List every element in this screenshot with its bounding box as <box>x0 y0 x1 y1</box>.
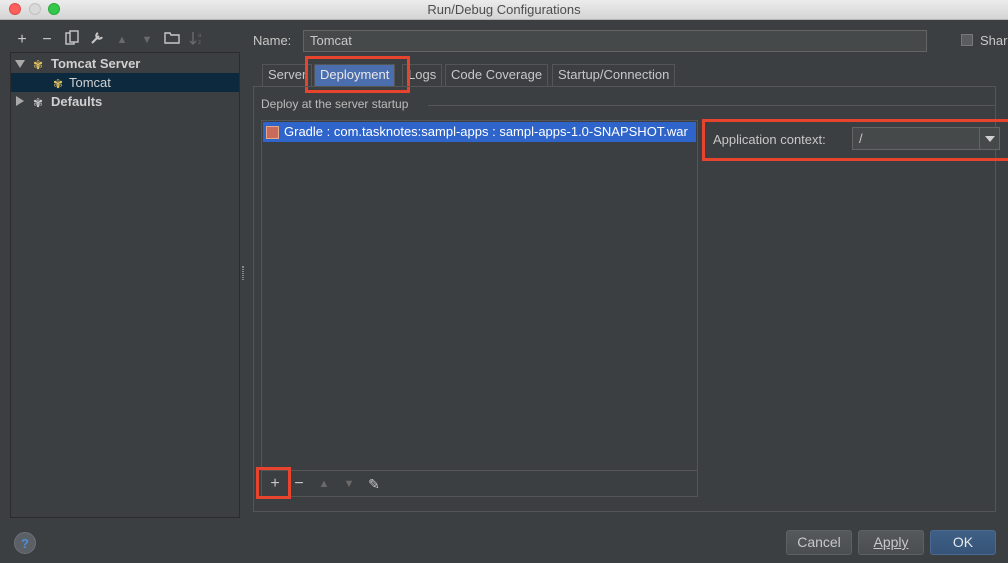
move-artifact-up-button[interactable]: ▲ <box>314 474 334 494</box>
artifacts-list[interactable]: Gradle : com.tasknotes:sampl-apps : samp… <box>261 120 698 497</box>
collapse-arrow-icon[interactable] <box>16 96 24 106</box>
help-button[interactable]: ? <box>14 532 36 554</box>
tab-server[interactable]: Server <box>262 64 313 86</box>
expand-arrow-icon[interactable] <box>15 60 25 68</box>
svg-text:a: a <box>198 33 202 39</box>
tree-item-tomcat-server[interactable]: ✾ Tomcat Server <box>11 54 239 73</box>
move-down-button[interactable]: ▼ <box>137 30 157 50</box>
move-artifact-down-button[interactable]: ▼ <box>339 474 359 494</box>
name-label: Name: <box>253 33 292 48</box>
share-label: Share <box>980 33 1008 48</box>
share-checkbox[interactable] <box>961 34 973 46</box>
create-folder-button[interactable] <box>162 30 182 50</box>
application-context-combobox[interactable]: / <box>852 127 1000 150</box>
tree-item-tomcat[interactable]: ✾ Tomcat <box>11 73 239 92</box>
application-context-label: Application context: <box>713 132 826 147</box>
copy-icon <box>65 30 79 45</box>
group-divider <box>428 105 996 106</box>
folder-icon <box>164 32 180 44</box>
remove-configuration-button[interactable]: − <box>37 30 57 50</box>
deploy-group-label: Deploy at the server startup <box>261 97 409 111</box>
application-context-value: / <box>859 131 863 146</box>
configurations-toolbar: + − ▲ ▼ az <box>10 30 210 50</box>
cancel-button[interactable]: Cancel <box>786 530 852 555</box>
wrench-icon: ✾ <box>33 96 44 110</box>
sort-configurations-button[interactable]: az <box>187 30 207 50</box>
apply-button[interactable]: Apply <box>858 530 924 555</box>
tree-item-defaults[interactable]: ✾ Defaults <box>11 92 239 111</box>
window-titlebar: Run/Debug Configurations <box>0 0 1008 20</box>
add-artifact-button[interactable]: + <box>265 474 285 494</box>
ok-button[interactable]: OK <box>930 530 996 555</box>
tab-deployment[interactable]: Deployment <box>314 64 396 86</box>
tab-code-coverage[interactable]: Code Coverage <box>445 64 549 86</box>
panel-splitter[interactable] <box>242 266 244 280</box>
artifact-label: Gradle : com.tasknotes:sampl-apps : samp… <box>284 124 688 139</box>
move-up-button[interactable]: ▲ <box>112 30 132 50</box>
copy-configuration-button[interactable] <box>62 30 82 50</box>
add-configuration-button[interactable]: + <box>12 30 32 50</box>
chevron-down-icon[interactable] <box>979 128 999 149</box>
artifact-icon <box>266 126 279 139</box>
edit-artifact-button[interactable]: ✎ <box>364 474 384 494</box>
tree-item-label: Defaults <box>51 94 103 109</box>
name-input[interactable]: Tomcat <box>303 30 927 52</box>
edit-defaults-button[interactable] <box>87 30 107 50</box>
tab-logs[interactable]: Logs <box>402 64 443 86</box>
configurations-tree: ✾ Tomcat Server ✾ Tomcat ✾ Defaults <box>10 52 240 518</box>
artifacts-toolbar: + − ▲ ▼ ✎ <box>262 470 697 496</box>
remove-artifact-button[interactable]: − <box>289 474 309 494</box>
tab-startup-connection[interactable]: Startup/Connection <box>552 64 676 86</box>
tree-item-label: Tomcat Server <box>51 56 141 71</box>
window-title: Run/Debug Configurations <box>427 2 581 17</box>
sort-alpha-icon: az <box>189 32 202 46</box>
list-item[interactable]: Gradle : com.tasknotes:sampl-apps : samp… <box>263 122 696 142</box>
svg-text:z: z <box>198 40 201 46</box>
tree-item-label: Tomcat <box>69 75 111 90</box>
wrench-icon <box>91 32 103 44</box>
